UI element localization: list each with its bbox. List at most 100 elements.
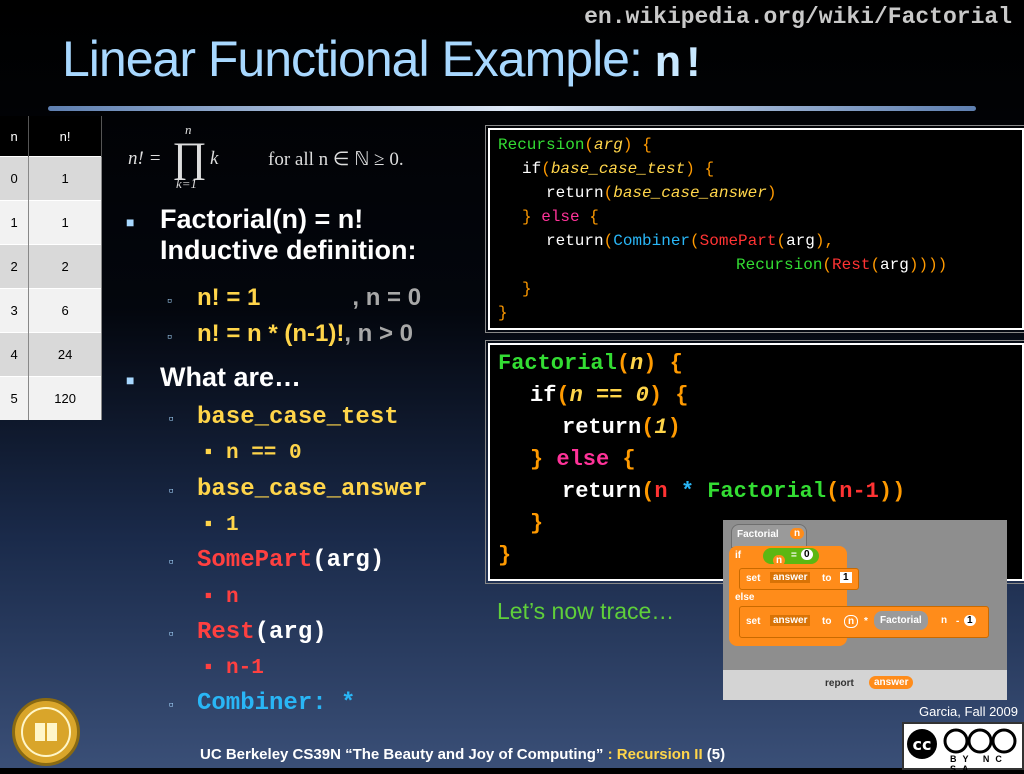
rest-arg: (arg) (254, 619, 327, 646)
set-block: set answer to 1 (739, 568, 859, 590)
recursion-code-box: Recursion(arg) { if(base_case_test) { re… (485, 125, 1024, 333)
table-cell: 2 (28, 244, 102, 289)
sub-bullet-marker: ▫ (167, 627, 176, 643)
table-cell: 0 (0, 156, 30, 201)
table-cell: 5 (0, 376, 30, 420)
sub-bullet-marker: ▫ (167, 292, 172, 308)
def1-right: , n = 0 (352, 284, 422, 311)
rest-value: n-1 (226, 657, 264, 680)
sub-bullet-rest: ▫ Rest(arg) (167, 619, 327, 646)
slide-footer: UC Berkeley CS39N “The Beauty and Joy of… (200, 746, 725, 763)
table-header-nfact: n! (28, 116, 102, 157)
def1-left: n! = 1 (197, 284, 261, 311)
code-line: return(1) (562, 415, 681, 440)
sub-sub-bullet-marker: ▪ (202, 514, 215, 537)
report-block: report answer (723, 670, 1007, 700)
def2-right: , n > 0 (344, 320, 414, 347)
formula-lower-bound: k=1 (176, 176, 198, 191)
base-case-test-value: n == 0 (226, 442, 302, 465)
bullet-text: Inductive definition: (160, 235, 417, 265)
code-line: return(n * Factorial(n-1)) (562, 479, 906, 504)
factorial-formula: n! = ∏ n k=1 k for all n ∈ ℕ ≥ 0. (128, 122, 448, 194)
table-cell: 4 (0, 332, 30, 377)
somepart-arg: (arg) (312, 547, 385, 574)
slide-title: Linear Functional Example: n! (62, 30, 707, 90)
title-mono: n! (654, 40, 707, 90)
table-cell: 3 (0, 288, 30, 333)
equals-predicate: n = 0 (763, 548, 819, 566)
product-symbol: ∏ (172, 135, 207, 181)
page-number: (5) (706, 746, 726, 763)
code-line: Recursion(arg) { (498, 136, 652, 154)
table-row: 5 120 (0, 376, 102, 420)
sub-sub-bullet-marker: ▪ (202, 657, 215, 680)
table-cell: 6 (28, 288, 102, 333)
table-cell: 1 (28, 200, 102, 245)
table-cell: 120 (28, 376, 102, 420)
sub-sub-bullet: ▪ n (202, 586, 239, 609)
footer-colon: : (603, 746, 617, 763)
base-case-test-label: base_case_test (197, 404, 399, 431)
sub-bullet-def2: ▫ n! = n * (n-1)!, n > 0 (167, 320, 414, 348)
code-line: } (530, 511, 544, 536)
creative-commons-badge: cc BY NC SA (902, 722, 1024, 774)
code-line: Recursion(Rest(arg)))) (736, 256, 948, 274)
bullet-factorial: ■ Factorial(n) = n! Inductive definition… (126, 204, 417, 266)
combiner-label: Combiner: * (197, 690, 356, 717)
code-line: return(base_case_answer) (546, 184, 777, 202)
code-line: } else { (522, 208, 599, 226)
sub-sub-bullet-marker: ▪ (202, 586, 215, 609)
block-hat: Factorial n (731, 524, 807, 548)
sub-bullet-marker: ▫ (167, 484, 176, 500)
formula-term: k (210, 148, 219, 169)
somepart-label: SomePart (197, 547, 313, 574)
rest-label: Rest (197, 619, 255, 646)
sub-sub-bullet: ▪ n == 0 (202, 442, 302, 465)
code-line: Factorial(n) { (498, 351, 683, 376)
table-row: 11 (0, 200, 102, 245)
set-block: set answer to n * Factorial n - 1 (739, 606, 989, 638)
sub-bullet-marker: ▫ (167, 698, 176, 714)
sub-bullet-marker: ▫ (167, 412, 176, 428)
table-cell: 2 (0, 244, 30, 289)
license-text: BY NC SA (950, 754, 1008, 774)
sub-bullet-combiner: ▫ Combiner: * (167, 690, 356, 717)
table-cell: 24 (28, 332, 102, 377)
code-line: } (522, 280, 532, 298)
trace-caption: Let’s now trace… (497, 598, 675, 624)
code-line: if(base_case_test) { (522, 160, 715, 178)
code-line: } (498, 304, 508, 322)
formula-lhs: n! = (128, 148, 162, 169)
code-line: } else { (530, 447, 636, 472)
bullet-marker: ■ (126, 214, 135, 230)
title-text: Linear Functional Example: (62, 31, 655, 87)
author-signature: Garcia, Fall 2009 (919, 704, 1018, 719)
scratch-blocks-screenshot: Factorial n if n = 0 set answer to 1 els… (723, 520, 1007, 700)
table-row: 01 (0, 156, 102, 201)
somepart-value: n (226, 586, 239, 609)
svg-text:cc: cc (913, 735, 932, 754)
source-url: en.wikipedia.org/wiki/Factorial (584, 4, 1012, 30)
table-header-n: n (0, 116, 30, 157)
sub-sub-bullet-marker: ▪ (202, 442, 215, 465)
sub-bullet-def1: ▫ n! = 1 , n = 0 (167, 284, 422, 312)
factorial-table: n n! 01 11 22 36 4 24 5 120 (0, 116, 102, 420)
uc-seal-logo (12, 698, 80, 766)
table-cell: 1 (28, 156, 102, 201)
code-line: } (498, 543, 512, 568)
table-row: 36 (0, 288, 102, 333)
code-line: return(Combiner(SomePart(arg), (546, 232, 835, 250)
sub-bullet-marker: ▫ (167, 555, 176, 571)
sub-bullet-somepart: ▫ SomePart(arg) (167, 547, 385, 574)
base-case-answer-value: 1 (226, 514, 239, 537)
sub-bullet-base-case-answer: ▫ base_case_answer (167, 476, 427, 503)
formula-condition: for all n ∈ ℕ ≥ 0. (268, 149, 404, 170)
bullet-what-are: ■ What are… (126, 362, 302, 393)
table-cell: 1 (0, 200, 30, 245)
bullet-text: Factorial(n) = n! (160, 204, 364, 234)
bullet-text: What are… (160, 362, 302, 392)
sub-bullet-base-case-test: ▫ base_case_test (167, 404, 399, 431)
sub-bullet-marker: ▫ (167, 328, 172, 344)
else-label: else (735, 592, 755, 603)
title-divider (48, 106, 976, 111)
